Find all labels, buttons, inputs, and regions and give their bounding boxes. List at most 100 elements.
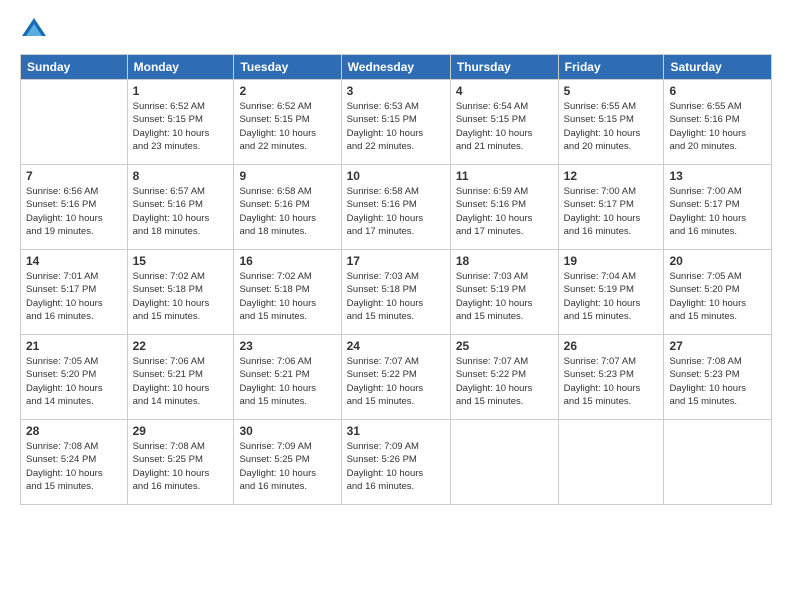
day-cell: 17 Sunrise: 7:03 AM Sunset: 5:18 PM Dayli… [341, 250, 450, 335]
weekday-header: Sunday [21, 55, 128, 80]
day-cell: 3Sunrise: 6:53 AM Sunset: 5:15 PM Daylig… [341, 80, 450, 165]
day-number: 29 [133, 424, 229, 438]
day-cell: 19Sunrise: 7:04 AM Sunset: 5:19 PM Dayli… [558, 250, 664, 335]
day-info: Sunrise: 7:04 AM Sunset: 5:19 PM Dayligh… [564, 270, 659, 323]
day-info: Sunrise: 7:06 AM Sunset: 5:21 PM Dayligh… [239, 355, 335, 408]
day-number: 20 [669, 254, 766, 268]
day-info: Sunrise: 7:08 AM Sunset: 5:23 PM Dayligh… [669, 355, 766, 408]
day-number: 2 [239, 84, 335, 98]
day-cell: 7 Sunrise: 6:56 AM Sunset: 5:16 PM Daylig… [21, 165, 128, 250]
day-number: 31 [347, 424, 445, 438]
day-cell: 5Sunrise: 6:55 AM Sunset: 5:15 PM Daylig… [558, 80, 664, 165]
day-number: 7 [26, 169, 122, 183]
day-cell: 15 Sunrise: 7:02 AM Sunset: 5:18 PM Dayli… [127, 250, 234, 335]
weekday-header: Friday [558, 55, 664, 80]
day-cell: 14 Sunrise: 7:01 AM Sunset: 5:17 PM Dayli… [21, 250, 128, 335]
calendar-body: 1 Sunrise: 6:52 AM Sunset: 5:15 PM Daylig… [21, 80, 772, 505]
calendar-header: SundayMondayTuesdayWednesdayThursdayFrid… [21, 55, 772, 80]
day-cell: 23 Sunrise: 7:06 AM Sunset: 5:21 PM Dayli… [234, 335, 341, 420]
day-cell [664, 420, 772, 505]
day-cell: 27 Sunrise: 7:08 AM Sunset: 5:23 PM Dayli… [664, 335, 772, 420]
day-number: 4 [456, 84, 553, 98]
day-info: Sunrise: 7:03 AM Sunset: 5:18 PM Dayligh… [347, 270, 445, 323]
header-row: SundayMondayTuesdayWednesdayThursdayFrid… [21, 55, 772, 80]
day-cell: 1 Sunrise: 6:52 AM Sunset: 5:15 PM Daylig… [127, 80, 234, 165]
day-info: Sunrise: 7:01 AM Sunset: 5:17 PM Dayligh… [26, 270, 122, 323]
week-row: 1 Sunrise: 6:52 AM Sunset: 5:15 PM Daylig… [21, 80, 772, 165]
header [20, 16, 772, 44]
day-cell [558, 420, 664, 505]
day-number: 17 [347, 254, 445, 268]
day-cell: 29 Sunrise: 7:08 AM Sunset: 5:25 PM Dayli… [127, 420, 234, 505]
day-cell: 12Sunrise: 7:00 AM Sunset: 5:17 PM Dayli… [558, 165, 664, 250]
day-info: Sunrise: 7:02 AM Sunset: 5:18 PM Dayligh… [133, 270, 229, 323]
day-number: 10 [347, 169, 445, 183]
day-number: 9 [239, 169, 335, 183]
day-info: Sunrise: 6:55 AM Sunset: 5:15 PM Dayligh… [564, 100, 659, 153]
day-number: 27 [669, 339, 766, 353]
day-info: Sunrise: 7:07 AM Sunset: 5:22 PM Dayligh… [347, 355, 445, 408]
day-number: 22 [133, 339, 229, 353]
day-info: Sunrise: 6:52 AM Sunset: 5:15 PM Dayligh… [133, 100, 229, 153]
day-cell: 26 Sunrise: 7:07 AM Sunset: 5:23 PM Dayli… [558, 335, 664, 420]
day-cell: 2 Sunrise: 6:52 AM Sunset: 5:15 PM Daylig… [234, 80, 341, 165]
day-info: Sunrise: 6:54 AM Sunset: 5:15 PM Dayligh… [456, 100, 553, 153]
day-cell: 6 Sunrise: 6:55 AM Sunset: 5:16 PM Daylig… [664, 80, 772, 165]
day-info: Sunrise: 7:07 AM Sunset: 5:22 PM Dayligh… [456, 355, 553, 408]
day-cell: 30 Sunrise: 7:09 AM Sunset: 5:25 PM Dayli… [234, 420, 341, 505]
day-info: Sunrise: 7:03 AM Sunset: 5:19 PM Dayligh… [456, 270, 553, 323]
day-info: Sunrise: 7:05 AM Sunset: 5:20 PM Dayligh… [26, 355, 122, 408]
day-cell: 24Sunrise: 7:07 AM Sunset: 5:22 PM Dayli… [341, 335, 450, 420]
day-info: Sunrise: 7:05 AM Sunset: 5:20 PM Dayligh… [669, 270, 766, 323]
day-cell: 13 Sunrise: 7:00 AM Sunset: 5:17 PM Dayli… [664, 165, 772, 250]
day-info: Sunrise: 6:57 AM Sunset: 5:16 PM Dayligh… [133, 185, 229, 238]
day-number: 8 [133, 169, 229, 183]
day-info: Sunrise: 7:02 AM Sunset: 5:18 PM Dayligh… [239, 270, 335, 323]
day-number: 15 [133, 254, 229, 268]
day-cell: 25Sunrise: 7:07 AM Sunset: 5:22 PM Dayli… [450, 335, 558, 420]
day-number: 11 [456, 169, 553, 183]
day-info: Sunrise: 6:59 AM Sunset: 5:16 PM Dayligh… [456, 185, 553, 238]
day-number: 13 [669, 169, 766, 183]
week-row: 28 Sunrise: 7:08 AM Sunset: 5:24 PM Dayli… [21, 420, 772, 505]
day-info: Sunrise: 6:58 AM Sunset: 5:16 PM Dayligh… [347, 185, 445, 238]
day-info: Sunrise: 7:09 AM Sunset: 5:25 PM Dayligh… [239, 440, 335, 493]
day-info: Sunrise: 7:09 AM Sunset: 5:26 PM Dayligh… [347, 440, 445, 493]
day-cell: 18 Sunrise: 7:03 AM Sunset: 5:19 PM Dayli… [450, 250, 558, 335]
weekday-header: Wednesday [341, 55, 450, 80]
weekday-header: Thursday [450, 55, 558, 80]
day-number: 12 [564, 169, 659, 183]
day-number: 30 [239, 424, 335, 438]
day-info: Sunrise: 7:07 AM Sunset: 5:23 PM Dayligh… [564, 355, 659, 408]
day-cell: 28 Sunrise: 7:08 AM Sunset: 5:24 PM Dayli… [21, 420, 128, 505]
weekday-header: Tuesday [234, 55, 341, 80]
day-cell [21, 80, 128, 165]
day-cell: 22 Sunrise: 7:06 AM Sunset: 5:21 PM Dayli… [127, 335, 234, 420]
day-number: 23 [239, 339, 335, 353]
day-cell: 11 Sunrise: 6:59 AM Sunset: 5:16 PM Dayli… [450, 165, 558, 250]
day-info: Sunrise: 7:08 AM Sunset: 5:25 PM Dayligh… [133, 440, 229, 493]
day-cell: 16Sunrise: 7:02 AM Sunset: 5:18 PM Dayli… [234, 250, 341, 335]
day-cell: 21 Sunrise: 7:05 AM Sunset: 5:20 PM Dayli… [21, 335, 128, 420]
day-cell: 4 Sunrise: 6:54 AM Sunset: 5:15 PM Daylig… [450, 80, 558, 165]
day-info: Sunrise: 6:55 AM Sunset: 5:16 PM Dayligh… [669, 100, 766, 153]
day-info: Sunrise: 6:56 AM Sunset: 5:16 PM Dayligh… [26, 185, 122, 238]
day-info: Sunrise: 6:52 AM Sunset: 5:15 PM Dayligh… [239, 100, 335, 153]
day-cell: 9Sunrise: 6:58 AM Sunset: 5:16 PM Daylig… [234, 165, 341, 250]
week-row: 7 Sunrise: 6:56 AM Sunset: 5:16 PM Daylig… [21, 165, 772, 250]
weekday-header: Monday [127, 55, 234, 80]
day-number: 26 [564, 339, 659, 353]
week-row: 21 Sunrise: 7:05 AM Sunset: 5:20 PM Dayli… [21, 335, 772, 420]
day-number: 6 [669, 84, 766, 98]
day-info: Sunrise: 7:06 AM Sunset: 5:21 PM Dayligh… [133, 355, 229, 408]
day-number: 1 [133, 84, 229, 98]
day-info: Sunrise: 7:08 AM Sunset: 5:24 PM Dayligh… [26, 440, 122, 493]
day-number: 28 [26, 424, 122, 438]
day-cell [450, 420, 558, 505]
day-info: Sunrise: 7:00 AM Sunset: 5:17 PM Dayligh… [669, 185, 766, 238]
logo [20, 16, 52, 44]
day-number: 21 [26, 339, 122, 353]
day-number: 18 [456, 254, 553, 268]
week-row: 14 Sunrise: 7:01 AM Sunset: 5:17 PM Dayli… [21, 250, 772, 335]
day-number: 14 [26, 254, 122, 268]
